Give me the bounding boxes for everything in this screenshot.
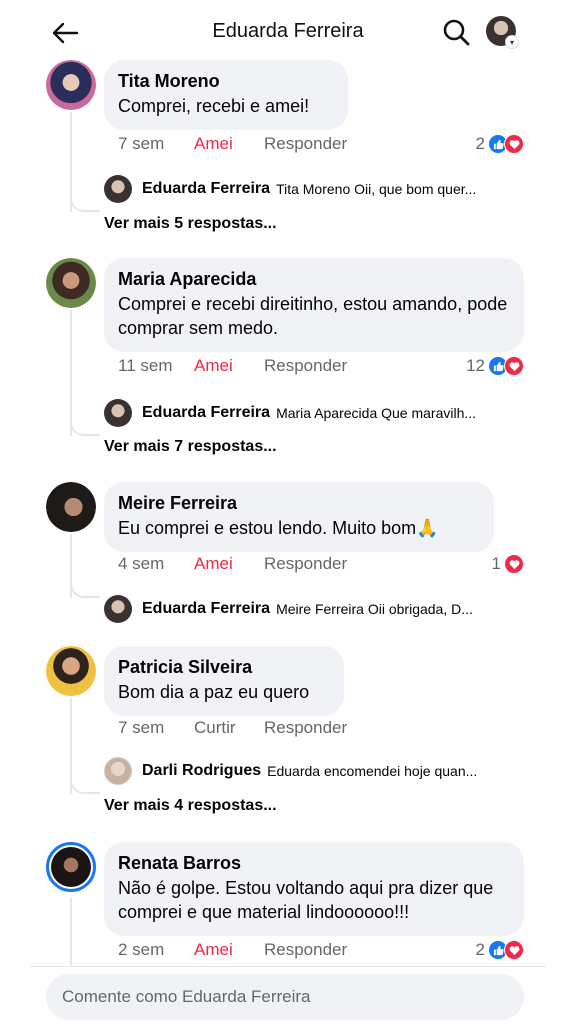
reaction-summary[interactable]: 2 [476, 938, 524, 962]
comment-time: 7 sem [118, 718, 165, 737]
reaction-summary[interactable]: 1 [492, 552, 524, 576]
reaction-summary[interactable]: 12 [466, 354, 524, 378]
comment-actions: 11 sem Amei Responder [118, 354, 347, 378]
comment-bubble: Patricia Silveira Bom dia a paz eu quero [104, 646, 344, 716]
comment-author[interactable]: Meire Ferreira [118, 492, 480, 514]
reaction-count: 2 [475, 940, 485, 959]
avatar[interactable] [46, 482, 96, 532]
avatar[interactable] [46, 646, 96, 696]
comment-text: Comprei, recebi e amei! [118, 96, 310, 116]
reply-text: Maria Aparecida Que maravilh... [276, 405, 477, 421]
comment-actions: 7 sem Curtir Responder [118, 716, 347, 740]
reaction-summary[interactable]: 2 [476, 132, 524, 156]
comment-actions: 2 sem Amei Responder [118, 938, 347, 962]
comment-text: Comprei e recebi direitinho, estou amand… [118, 294, 508, 338]
comment-composer[interactable] [46, 974, 524, 1020]
reply-author: Darli Rodrigues [142, 762, 262, 779]
reply-connector [70, 578, 100, 598]
view-more-replies[interactable]: Ver mais 4 respostas... [104, 797, 277, 815]
reply-preview[interactable]: Eduarda Ferreira Meire Ferreira Oii obri… [104, 594, 534, 624]
heart-icon [504, 356, 524, 376]
reply-preview[interactable]: Eduarda Ferreira Maria Aparecida Que mar… [104, 398, 534, 428]
reply-author: Eduarda Ferreira [142, 404, 271, 421]
reply-preview[interactable]: Darli Rodrigues Eduarda encomendei hoje … [104, 756, 534, 786]
comment-actions: 4 sem Amei Responder [118, 552, 347, 576]
react-button[interactable]: Amei [194, 356, 264, 376]
comment-actions: 7 sem Amei Responder [118, 132, 347, 156]
comment-list[interactable]: Tita Moreno Comprei, recebi e amei! 7 se… [0, 56, 576, 966]
heart-icon [504, 554, 524, 574]
reaction-count: 2 [475, 134, 485, 153]
comment-time: 11 sem [118, 356, 173, 375]
comment-time: 2 sem [118, 940, 165, 959]
heart-icon [504, 134, 524, 154]
reply-button[interactable]: Responder [264, 940, 347, 960]
react-button[interactable]: Amei [194, 134, 264, 154]
react-button[interactable]: Amei [194, 554, 264, 574]
reply-connector [70, 774, 100, 794]
reply-button[interactable]: Responder [264, 356, 347, 376]
reply-author: Eduarda Ferreira [142, 180, 271, 197]
reply-text: Tita Moreno Oii, que bom quer... [276, 181, 477, 197]
view-more-replies[interactable]: Ver mais 5 respostas... [104, 215, 277, 233]
avatar [104, 757, 132, 785]
comment-text: Eu comprei e estou lendo. Muito bom🙏 [118, 518, 439, 538]
reply-text: Eduarda encomendei hoje quan... [267, 763, 478, 779]
reply-connector [70, 416, 100, 436]
profile-avatar-button[interactable]: ▾ [486, 16, 519, 49]
reply-text: Meire Ferreira Oii obrigada, D... [276, 601, 473, 617]
avatar [104, 399, 132, 427]
chevron-down-icon: ▾ [505, 35, 519, 49]
like-button[interactable]: Curtir [194, 718, 264, 738]
top-bar: Eduarda Ferreira ▾ [0, 0, 576, 64]
react-button[interactable]: Amei [194, 940, 264, 960]
reply-connector [70, 192, 100, 212]
comment-author[interactable]: Tita Moreno [118, 70, 334, 92]
comment-input[interactable] [62, 987, 508, 1007]
comment-bubble: Maria Aparecida Comprei e recebi direiti… [104, 258, 524, 352]
comment-time: 4 sem [118, 554, 165, 573]
comment-author[interactable]: Renata Barros [118, 852, 510, 874]
comment-bubble: Tita Moreno Comprei, recebi e amei! [104, 60, 348, 130]
heart-icon [504, 940, 524, 960]
avatar[interactable] [46, 258, 96, 308]
comment-author[interactable]: Patricia Silveira [118, 656, 330, 678]
view-more-replies[interactable]: Ver mais 7 respostas... [104, 438, 277, 456]
reaction-count: 12 [466, 356, 485, 375]
reply-author: Eduarda Ferreira [142, 600, 271, 617]
search-button[interactable] [440, 16, 472, 48]
divider [30, 966, 546, 967]
thread-connector [70, 898, 72, 966]
reply-button[interactable]: Responder [264, 134, 347, 154]
comment-bubble: Renata Barros Não é golpe. Estou voltand… [104, 842, 524, 936]
reply-button[interactable]: Responder [264, 554, 347, 574]
reaction-count: 1 [491, 554, 501, 573]
comment-text: Não é golpe. Estou voltando aqui pra diz… [118, 878, 494, 922]
comment-bubble: Meire Ferreira Eu comprei e estou lendo.… [104, 482, 494, 552]
avatar [104, 175, 132, 203]
reply-button[interactable]: Responder [264, 718, 347, 738]
comment-time: 7 sem [118, 134, 165, 153]
avatar [104, 595, 132, 623]
avatar[interactable] [46, 60, 96, 110]
comment-author[interactable]: Maria Aparecida [118, 268, 510, 290]
avatar[interactable] [46, 842, 96, 892]
search-icon [443, 19, 470, 46]
comment-text: Bom dia a paz eu quero [118, 682, 310, 702]
reply-preview[interactable]: Eduarda Ferreira Tita Moreno Oii, que bo… [104, 174, 534, 204]
